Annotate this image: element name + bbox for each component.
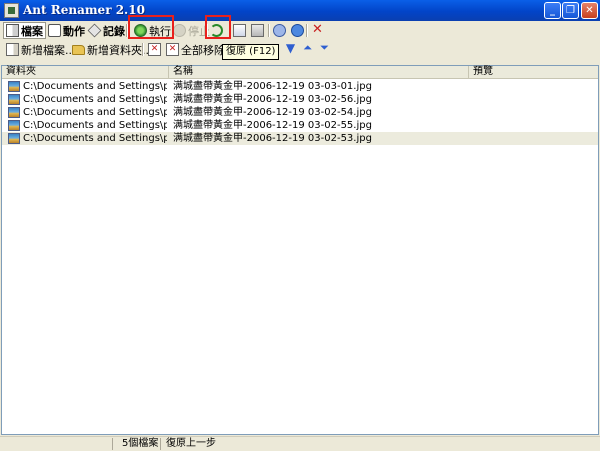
row-folder: C:\Documents and Settings\pk\桌面\... [23,81,167,92]
remove-all-button[interactable]: ✕ 全部移除 [166,41,225,58]
add-folder-button[interactable]: 新增資料夾... [72,41,153,58]
status-divider [160,438,161,450]
minimize-button[interactable]: _ [544,2,561,19]
undo-highlight [205,15,231,39]
move-down-icon[interactable]: ⏶ [301,42,314,56]
table-row[interactable]: C:\Documents and Settings\pk\桌面\... 满城盡帶… [2,80,598,93]
add-files-icon [6,43,19,56]
undo-tooltip: 復原 (F12) [222,44,280,60]
move-bottom-icon[interactable]: ⏷ [318,42,331,56]
tab-actions[interactable]: 動作 [48,22,85,39]
column-header-folder[interactable]: 資料夾 [2,66,169,78]
row-name: 满城盡帶黃金甲-2006-12-19 03-02-53.jpg [173,133,372,144]
row-name: 满城盡帶黃金甲-2006-12-19 03-02-56.jpg [173,94,372,105]
column-header-preview[interactable]: 預覽 [469,66,598,78]
row-folder: C:\Documents and Settings\pk\桌面\... [23,120,167,131]
table-row[interactable]: C:\Documents and Settings\pk\桌面\... 满城盡帶… [2,132,598,145]
row-name: 满城盡帶黃金甲-2006-12-19 03-03-01.jpg [173,81,372,92]
remove-all-icon: ✕ [166,43,179,56]
image-file-icon [8,107,20,118]
move-up-icon[interactable]: ▼ [284,42,297,56]
table-row[interactable]: C:\Documents and Settings\pk\桌面\... 满城盡帶… [2,119,598,132]
actions-tab-icon [48,24,61,37]
row-folder: C:\Documents and Settings\pk\桌面\... [23,94,167,105]
tab-actions-label: 動作 [63,24,85,38]
close-button[interactable]: ✕ [581,2,598,19]
main-toolbar: 檔案 動作 記錄 執行 停止 ✕ [0,21,600,41]
list-header: 資料夾 名稱 預覽 [2,66,598,79]
files-tab-icon [6,24,19,37]
maximize-button[interactable]: ❐ [562,2,579,19]
remove-all-label: 全部移除 [181,43,225,57]
column-header-name[interactable]: 名稱 [169,66,469,78]
stop-icon [173,24,186,37]
remove-icon[interactable]: ✕ [148,43,161,56]
status-bar: 5個檔案 復原上一步 [0,436,600,451]
exit-icon[interactable]: ✕ [311,23,324,37]
help-icon[interactable] [273,24,286,37]
tab-files-label: 檔案 [21,24,43,38]
separator [306,24,308,37]
tab-files[interactable]: 檔案 [3,22,46,39]
paste-icon[interactable] [251,24,264,37]
file-toolbar: 新增檔案... 新增資料夾... ✕ ✕ 全部移除 ▲ ▼ ⏶ ⏷ [0,40,600,59]
add-files-button[interactable]: 新增檔案... [6,41,76,58]
table-row[interactable]: C:\Documents and Settings\pk\桌面\... 满城盡帶… [2,93,598,106]
copy-icon[interactable] [233,24,246,37]
image-file-icon [8,133,20,144]
row-name: 满城盡帶黃金甲-2006-12-19 03-02-55.jpg [173,120,372,131]
tab-log[interactable]: 記錄 [87,22,125,39]
tab-log-label: 記錄 [103,24,125,38]
separator [268,24,270,37]
row-folder: C:\Documents and Settings\pk\桌面\... [23,107,167,118]
add-files-label: 新增檔案... [21,43,76,57]
app-icon [4,3,19,18]
row-folder: C:\Documents and Settings\pk\桌面\... [23,133,167,144]
add-folder-icon [72,44,85,55]
image-file-icon [8,81,20,92]
separator [142,43,144,56]
image-file-icon [8,94,20,105]
window-title: Ant Renamer 2.10 [23,3,145,17]
status-file-count: 5個檔案 [122,438,159,449]
status-divider [112,438,113,450]
title-bar: Ant Renamer 2.10 _ ❐ ✕ [0,0,600,21]
execute-highlight [128,15,174,39]
status-message: 復原上一步 [166,438,216,449]
table-row[interactable]: C:\Documents and Settings\pk\桌面\... 满城盡帶… [2,106,598,119]
about-icon[interactable] [291,24,304,37]
image-file-icon [8,120,20,131]
row-name: 满城盡帶黃金甲-2006-12-19 03-02-54.jpg [173,107,372,118]
log-tab-icon [87,23,102,38]
file-list[interactable]: 資料夾 名稱 預覽 C:\Documents and Settings\pk\桌… [1,65,599,435]
